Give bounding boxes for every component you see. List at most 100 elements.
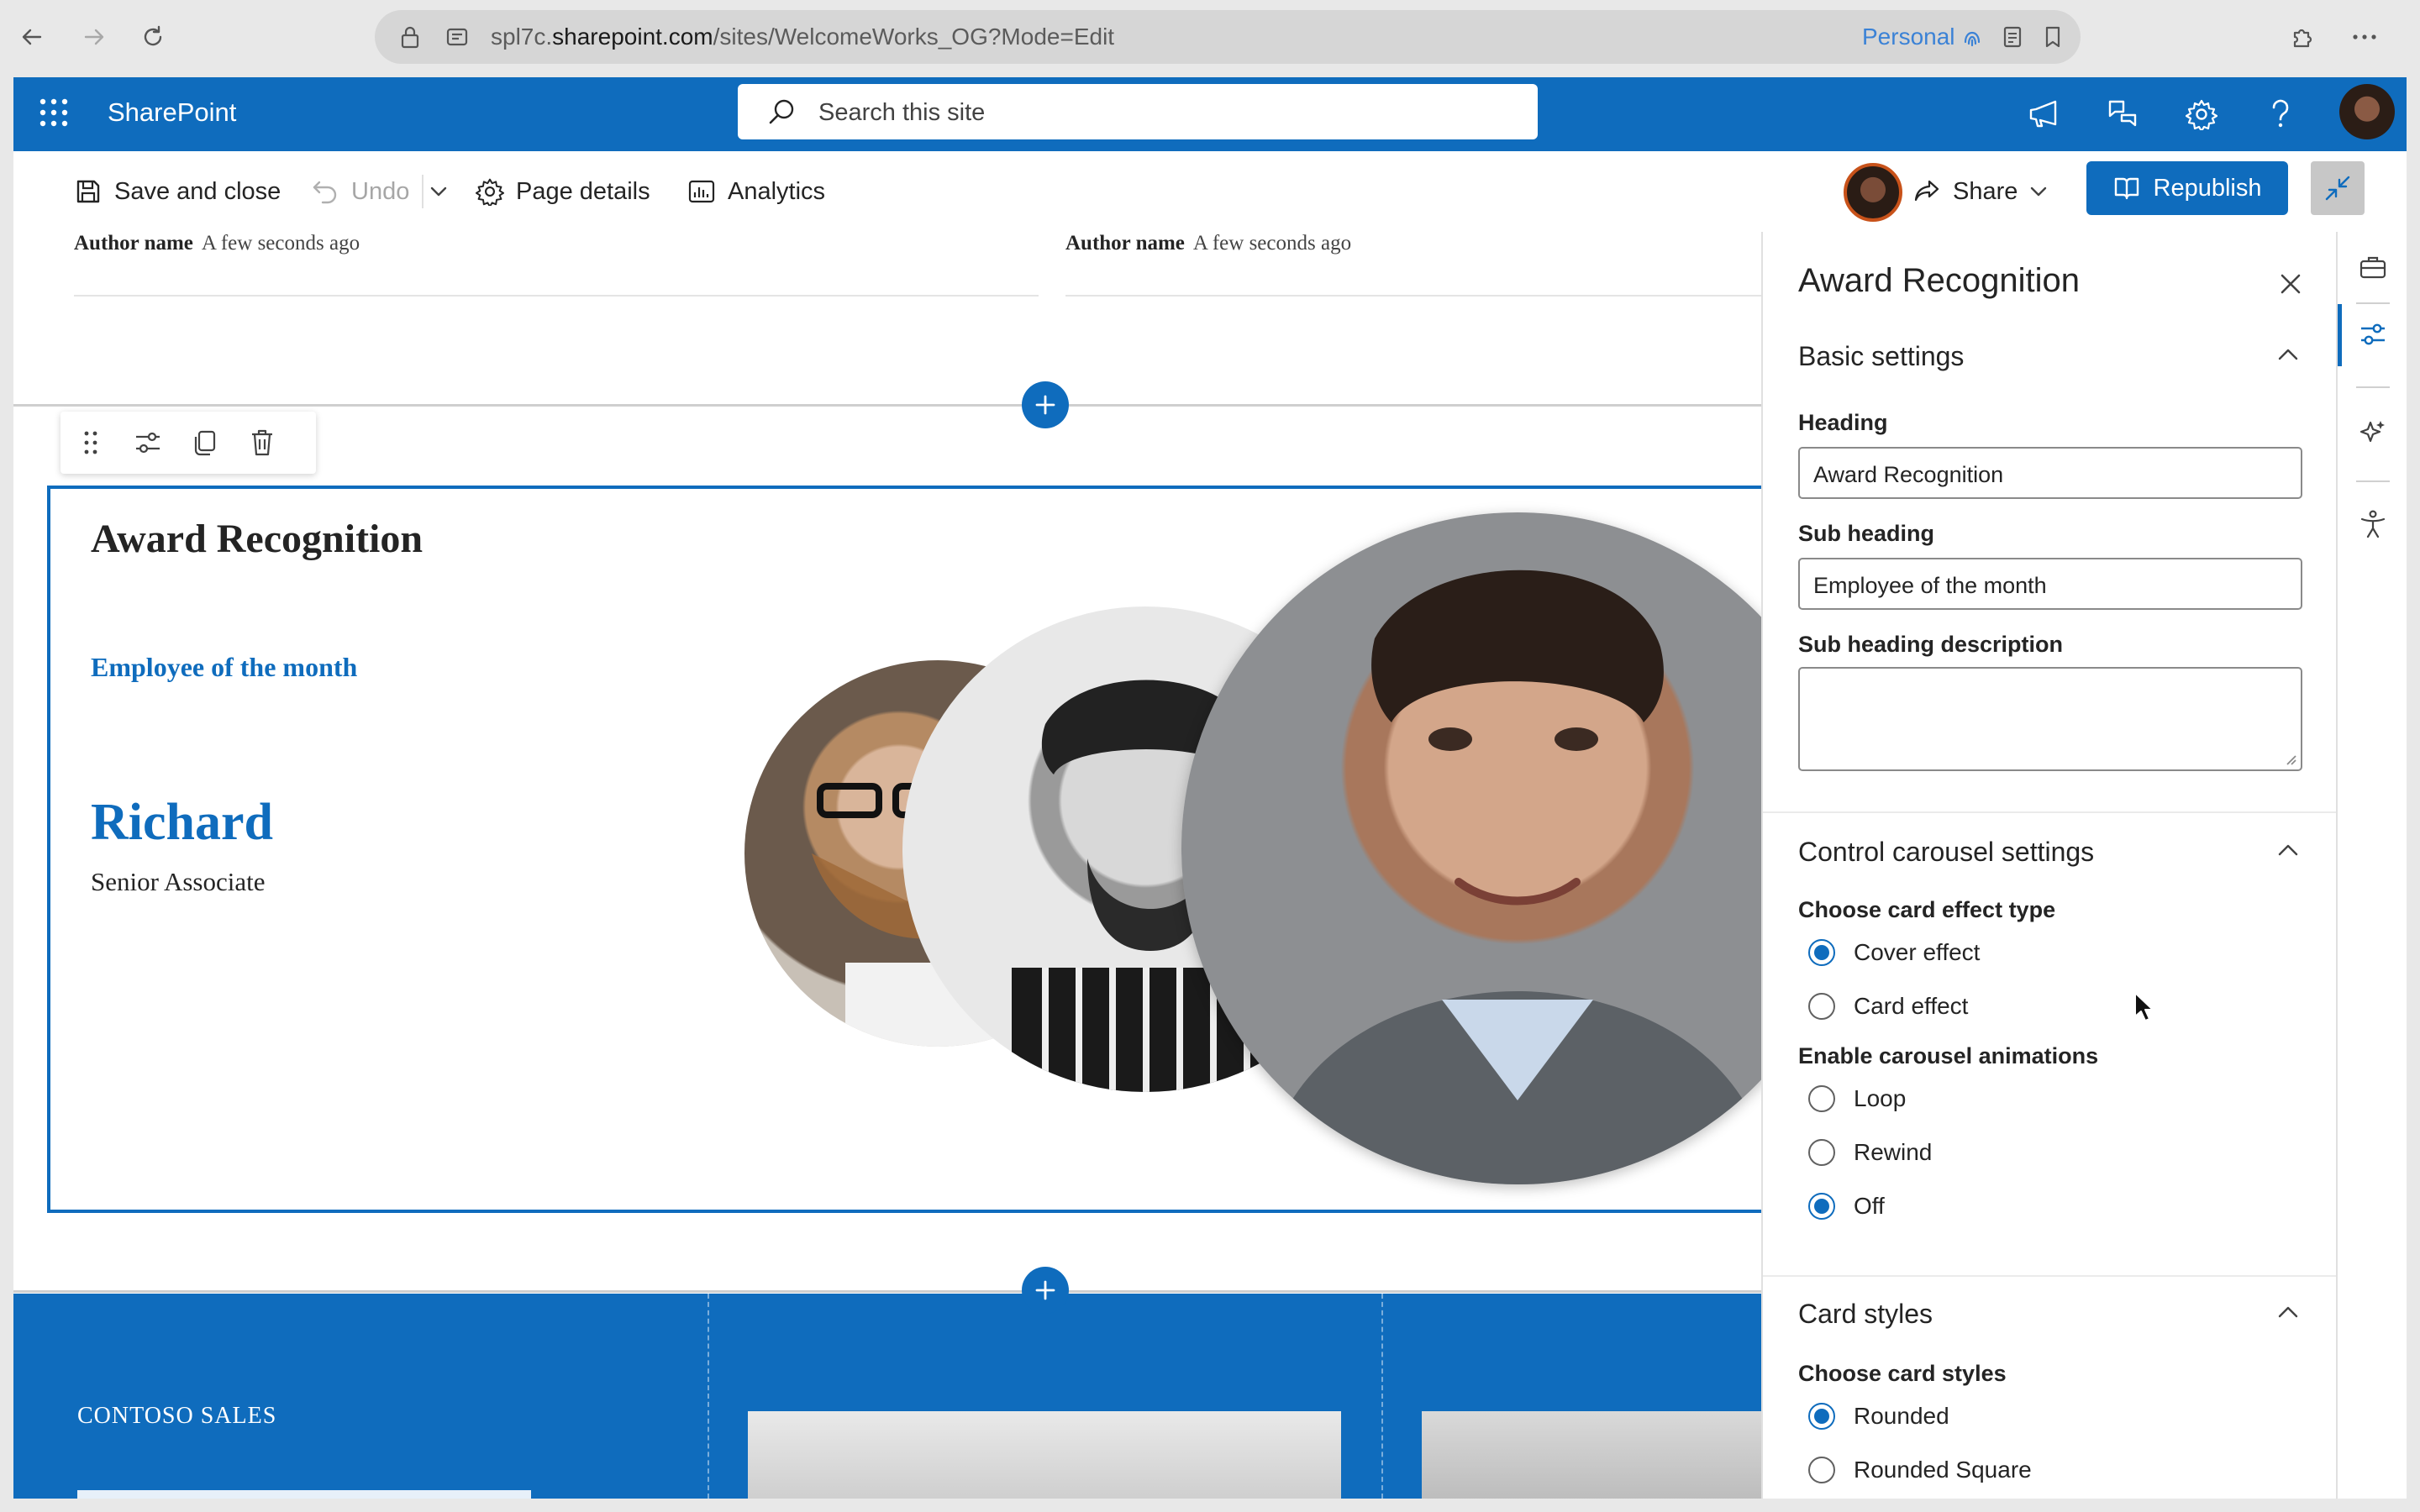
radio-rounded[interactable]: Rounded xyxy=(1808,1401,1949,1431)
rail-divider xyxy=(2356,386,2390,388)
duplicate-icon[interactable] xyxy=(187,424,224,461)
help-icon[interactable] xyxy=(2262,96,2299,133)
lock-icon[interactable] xyxy=(400,25,420,49)
refresh-icon[interactable] xyxy=(134,18,171,55)
basic-settings-header[interactable]: Basic settings xyxy=(1798,341,1964,372)
accessibility-icon[interactable] xyxy=(2354,506,2391,543)
section-divider xyxy=(13,1290,1761,1293)
browser-chrome: spl7c.sharepoint.com/sites/WelcomeWorks_… xyxy=(0,0,2420,74)
user-avatar[interactable] xyxy=(2339,84,2395,139)
group-divider xyxy=(1763,811,2338,813)
app-launcher-icon[interactable] xyxy=(39,97,69,128)
cmd-divider xyxy=(422,175,424,208)
undo-button[interactable]: Undo xyxy=(311,173,409,210)
rail-divider xyxy=(2356,302,2390,304)
undo-icon xyxy=(311,177,339,206)
radio-indicator xyxy=(1808,939,1835,966)
share-button[interactable]: Share xyxy=(1912,173,2048,210)
carousel-settings-header[interactable]: Control carousel settings xyxy=(1798,837,2094,868)
right-rail xyxy=(2336,232,2407,1499)
chevron-up-icon[interactable] xyxy=(2275,346,2301,363)
employee-role: Senior Associate xyxy=(91,867,266,896)
heading-label: Heading xyxy=(1798,410,1888,435)
chevron-down-icon xyxy=(2029,186,2048,197)
edit-properties-icon[interactable] xyxy=(129,424,166,461)
active-indicator xyxy=(2338,304,2342,366)
favorites-icon[interactable] xyxy=(2042,25,2064,49)
republish-label: Republish xyxy=(2153,174,2262,202)
pane-title: Award Recognition xyxy=(1798,262,2081,299)
chat-icon[interactable] xyxy=(2104,96,2141,133)
card-effect-label: Choose card effect type xyxy=(1798,897,2056,922)
delete-icon[interactable] xyxy=(244,424,281,461)
subheading-input[interactable]: Employee of the month xyxy=(1798,558,2302,610)
section-divider xyxy=(13,404,1761,407)
forward-icon[interactable] xyxy=(76,18,113,55)
url-text: spl7c.sharepoint.com/sites/WelcomeWorks_… xyxy=(491,24,1115,50)
webpart-heading: Award Recognition xyxy=(91,517,424,561)
coauthor-avatar[interactable] xyxy=(1844,163,1902,222)
toolbox-icon[interactable] xyxy=(2354,249,2391,286)
book-icon xyxy=(2113,176,2140,201)
radio-indicator xyxy=(1808,1457,1835,1483)
analytics-button[interactable]: Analytics xyxy=(687,173,825,210)
close-icon[interactable] xyxy=(2275,269,2306,299)
save-close-label: Save and close xyxy=(114,177,281,205)
app-name[interactable]: SharePoint xyxy=(108,97,236,128)
radio-cover-effect[interactable]: Cover effect xyxy=(1808,937,1980,968)
radio-loop[interactable]: Loop xyxy=(1808,1084,1906,1114)
profile-label[interactable]: Personal xyxy=(1862,24,1955,50)
suite-bar: SharePoint Search this site xyxy=(13,77,2407,151)
radio-rounded-square[interactable]: Rounded Square xyxy=(1808,1455,2032,1485)
undo-label: Undo xyxy=(351,177,410,205)
search-box[interactable]: Search this site xyxy=(738,84,1538,139)
search-input[interactable]: Search this site xyxy=(818,99,985,127)
sales-section: CONTOSO SALES xyxy=(13,1294,1761,1499)
subheading-description-textarea[interactable] xyxy=(1798,667,2302,771)
site-info-icon[interactable] xyxy=(445,25,469,49)
add-section-button[interactable] xyxy=(1022,1267,1069,1314)
radio-indicator xyxy=(1808,1403,1835,1430)
reader-icon[interactable] xyxy=(2002,25,2023,49)
subheading-label: Sub heading xyxy=(1798,521,1934,546)
save-close-button[interactable]: Save and close xyxy=(74,173,281,210)
section-heading-partial xyxy=(77,1490,531,1499)
radio-indicator xyxy=(1808,1193,1835,1220)
animations-label: Enable carousel animations xyxy=(1798,1043,2099,1068)
fingerprint-icon[interactable] xyxy=(1961,25,1983,49)
news-divider xyxy=(74,295,1039,297)
analytics-label: Analytics xyxy=(728,177,826,205)
subheading-description-label: Sub heading description xyxy=(1798,632,2064,657)
undo-dropdown-chevron-icon[interactable] xyxy=(429,173,449,210)
properties-icon[interactable] xyxy=(2354,316,2391,353)
column-divider xyxy=(708,1294,709,1499)
megaphone-icon[interactable] xyxy=(2025,96,2062,133)
chevron-up-icon[interactable] xyxy=(2275,842,2301,858)
add-section-button[interactable] xyxy=(1022,381,1069,428)
sales-card-image[interactable] xyxy=(748,1411,1341,1499)
more-icon[interactable] xyxy=(2346,18,2383,55)
radio-indicator xyxy=(1808,1085,1835,1112)
radio-indicator xyxy=(1808,993,1835,1020)
drag-handle-icon[interactable] xyxy=(72,424,109,461)
sales-card-image[interactable] xyxy=(1422,1411,1761,1499)
save-icon xyxy=(74,177,103,206)
back-icon[interactable] xyxy=(13,18,50,55)
extensions-icon[interactable] xyxy=(2284,18,2321,55)
radio-off[interactable]: Off xyxy=(1808,1191,1885,1221)
republish-button[interactable]: Republish xyxy=(2086,161,2288,215)
analytics-icon xyxy=(687,177,716,206)
chevron-up-icon[interactable] xyxy=(2275,1304,2301,1320)
address-bar[interactable]: spl7c.sharepoint.com/sites/WelcomeWorks_… xyxy=(375,10,2081,64)
news-divider xyxy=(1065,295,1761,297)
mouse-cursor-icon xyxy=(2133,991,2154,1023)
gear-icon[interactable] xyxy=(2183,96,2220,133)
card-styles-header[interactable]: Card styles xyxy=(1798,1299,1933,1330)
radio-card-effect[interactable]: Card effect xyxy=(1808,991,1968,1021)
page-details-button[interactable]: Page details xyxy=(476,173,650,210)
radio-rewind[interactable]: Rewind xyxy=(1808,1137,1932,1168)
card-styles-label: Choose card styles xyxy=(1798,1361,2007,1386)
heading-input[interactable]: Award Recognition xyxy=(1798,447,2302,499)
collapse-icon[interactable] xyxy=(2311,161,2365,215)
design-ideas-icon[interactable] xyxy=(2354,413,2391,450)
